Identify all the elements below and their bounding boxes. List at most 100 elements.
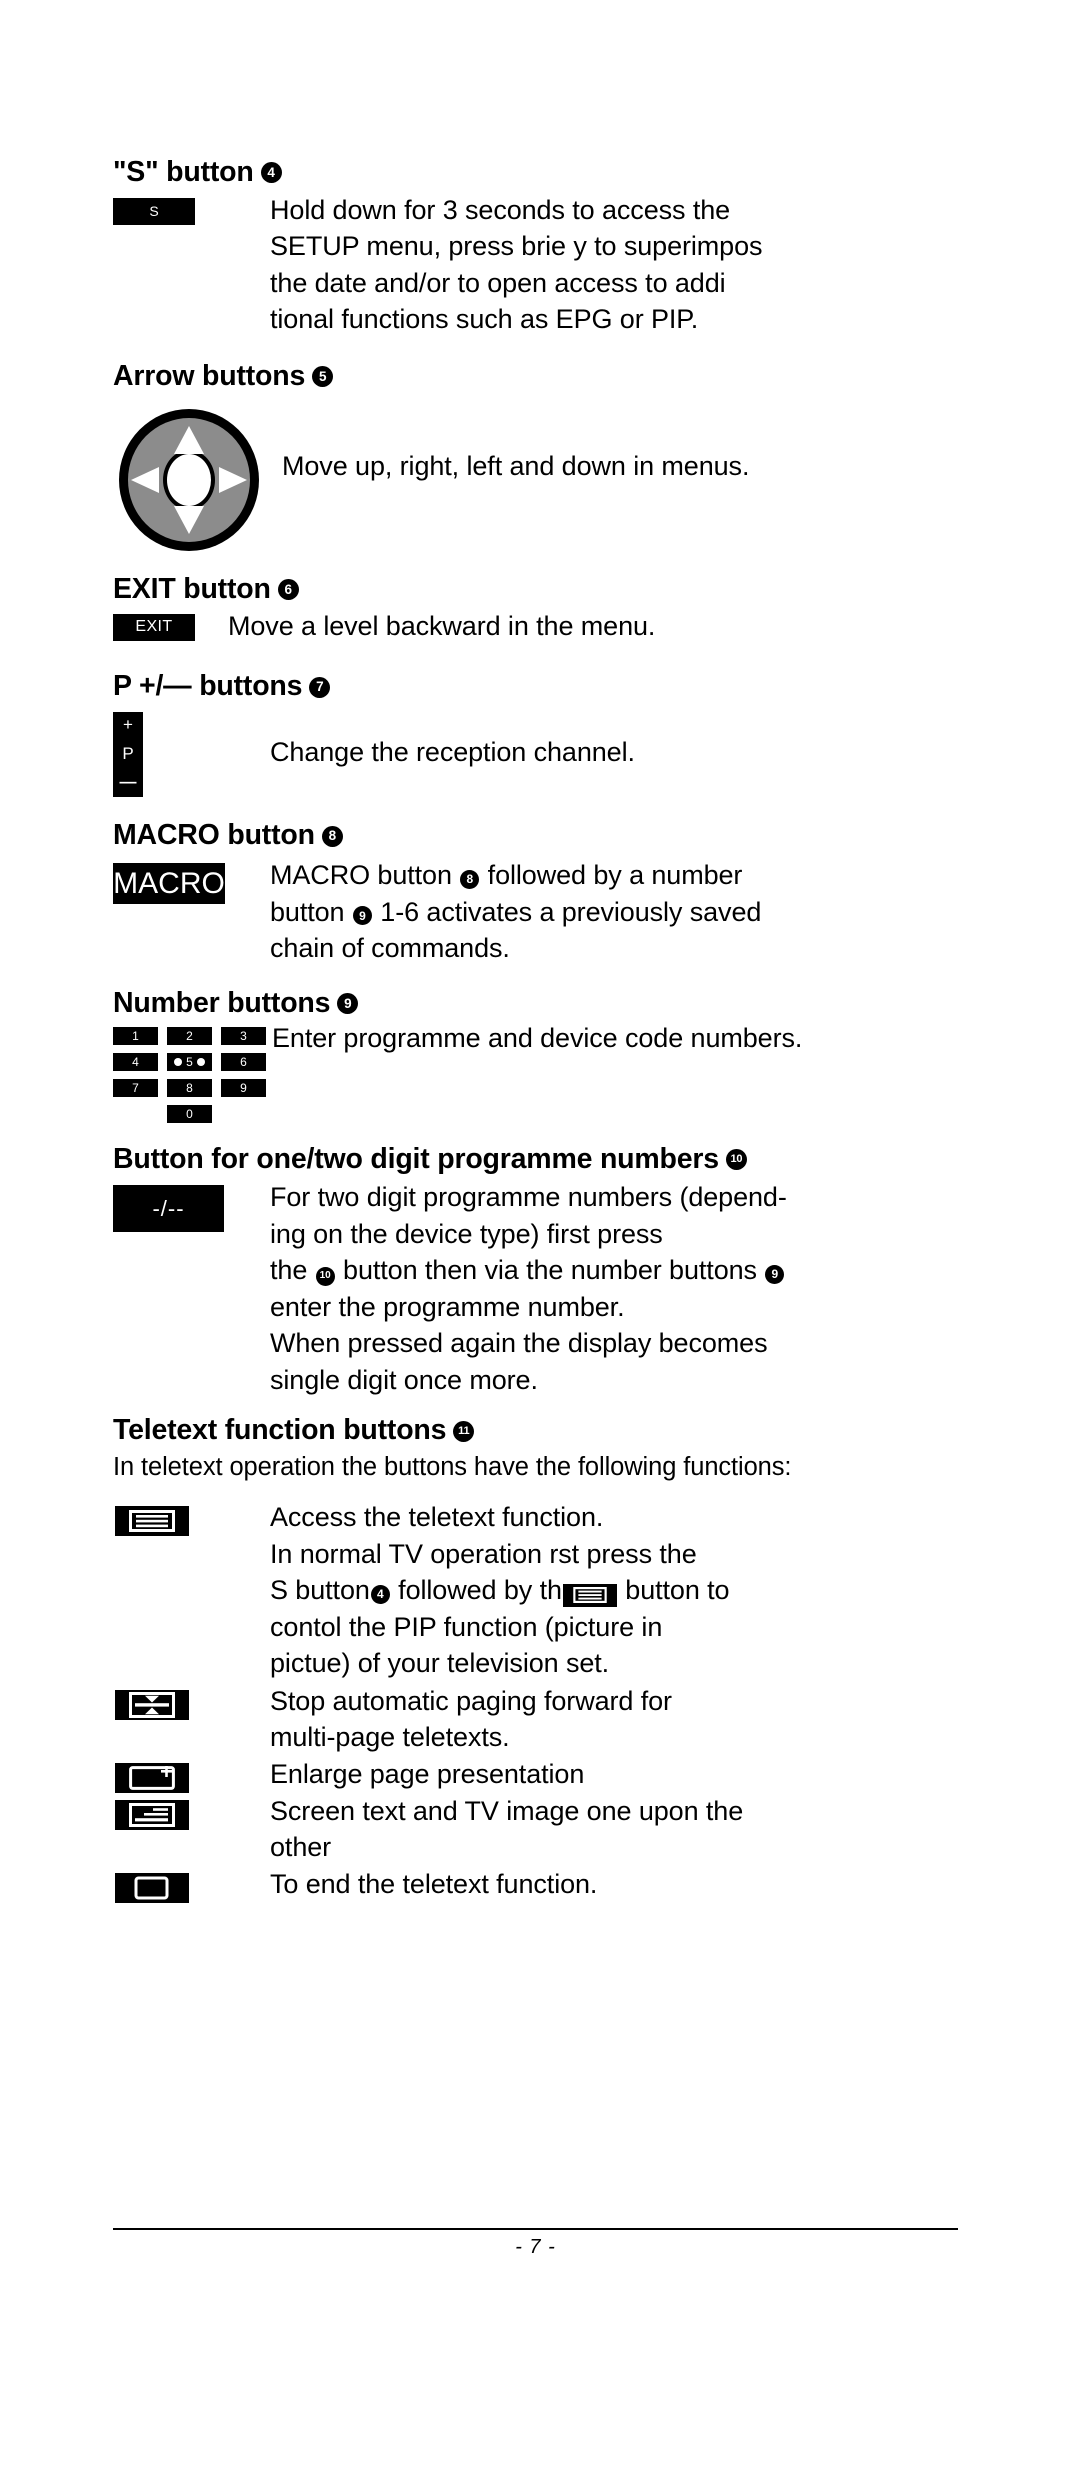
description-column: Access the teletext function. In normal … bbox=[270, 1502, 968, 1682]
description-column: Hold down for 3 seconds to access the SE… bbox=[270, 195, 968, 338]
section-body: MACRO MACRO button 8 followed by a numbe… bbox=[113, 860, 968, 967]
section-heading-text: Teletext function buttons bbox=[113, 1414, 447, 1447]
description-text: Enter programme and device code numbers. bbox=[270, 1020, 968, 1057]
marker-badge-4: 4 bbox=[260, 162, 282, 184]
teletext-lines-glyph bbox=[129, 1510, 175, 1533]
description-line: the date and/or to open access to addi bbox=[270, 267, 726, 298]
number-key-7: 7 bbox=[113, 1078, 158, 1097]
teletext-row: Stop automatic paging forward for multi-… bbox=[113, 1686, 968, 1756]
description-line: Move up, right, left and down in menus. bbox=[282, 450, 750, 481]
section-heading: Button for one/two digit programme numbe… bbox=[113, 1142, 968, 1175]
description-text: To end the teletext function. bbox=[270, 1866, 968, 1903]
tactile-dot-right-icon bbox=[196, 1057, 205, 1066]
marker-badge-9: 9 bbox=[337, 993, 359, 1015]
description-line: the 10 button then via the number button… bbox=[270, 1252, 968, 1289]
description-text: Enlarge page presentation bbox=[270, 1756, 968, 1793]
section-heading-text: Number buttons bbox=[113, 986, 331, 1019]
description-column: Screen text and TV image one upon the ot… bbox=[270, 1796, 968, 1866]
keypad-row: 1 2 3 bbox=[113, 1026, 270, 1045]
marker-badge-7: 7 bbox=[309, 676, 331, 698]
description-column: Stop automatic paging forward for multi-… bbox=[270, 1686, 968, 1756]
description-column: Move up, right, left and down in menus. bbox=[270, 406, 968, 485]
marker-badge-10: 10 bbox=[725, 1148, 747, 1170]
section-heading-text: MACRO button bbox=[113, 819, 315, 852]
section-body: + P — Change the reception channel. bbox=[113, 712, 968, 798]
section-one-two-digit-button: Button for one/two digit programme numbe… bbox=[113, 1142, 968, 1399]
description-line: SETUP menu, press brie y to superimpos bbox=[270, 231, 763, 262]
description-text: MACRO button 8 followed by a number butt… bbox=[270, 857, 968, 967]
number-key-2: 2 bbox=[167, 1026, 212, 1045]
description-line: MACRO button 8 followed by a number bbox=[270, 860, 743, 891]
marker-badge-6: 6 bbox=[277, 579, 299, 601]
number-key-5-label: 5 bbox=[186, 1054, 193, 1069]
description-line: In normal TV operation rst press the bbox=[270, 1538, 697, 1569]
description-line: chain of commands. bbox=[270, 933, 510, 964]
teletext-row: To end the teletext function. bbox=[113, 1869, 968, 1903]
description-text: Stop automatic paging forward for multi-… bbox=[270, 1683, 968, 1756]
section-s-button: "S" button 4 S Hold down for 3 seconds t… bbox=[113, 157, 968, 338]
description-line: S button 4 followed by th button to bbox=[270, 1575, 730, 1607]
section-p-plus-minus-buttons: P +/— buttons 7 + P — Change the recepti… bbox=[113, 671, 968, 798]
teletext-mix-icon bbox=[115, 1799, 189, 1830]
description-column: Move a level backward in the menu. bbox=[228, 611, 968, 645]
description-line: Access the teletext function. bbox=[270, 1502, 604, 1533]
key-chip-p-minus-label: — bbox=[119, 772, 137, 792]
key-illustration-column bbox=[113, 406, 270, 559]
section-body: -/-- For two digit programme numbers (de… bbox=[113, 1182, 968, 1398]
description-text: For two digit programme numbers (depend-… bbox=[270, 1179, 968, 1398]
marker-badge-8-inline: 8 bbox=[460, 869, 480, 889]
key-chip-p-plus-minus: + P — bbox=[113, 712, 143, 798]
key-illustration-column: -/-- bbox=[113, 1185, 270, 1233]
description-line: Move a level backward in the menu. bbox=[228, 610, 656, 641]
description-text: Move up, right, left and down in menus. bbox=[270, 448, 968, 485]
description-column: Change the reception channel. bbox=[270, 712, 968, 771]
number-key-1: 1 bbox=[113, 1026, 158, 1045]
section-exit-button: EXIT button 6 EXIT Move a level backward… bbox=[113, 572, 968, 645]
number-keypad-illustration: 1 2 3 4 5 6 7 8 9 0 bbox=[113, 1026, 270, 1131]
description-line: enter the programme number. bbox=[270, 1291, 625, 1322]
teletext-hold-icon bbox=[115, 1689, 189, 1720]
section-heading: "S" button 4 bbox=[113, 157, 968, 188]
description-line: Enter programme and device code numbers. bbox=[272, 1022, 803, 1053]
key-illustration-column: EXIT bbox=[113, 613, 228, 641]
teletext-row: Enlarge page presentation bbox=[113, 1759, 968, 1793]
section-body: EXIT Move a level backward in the menu. bbox=[113, 611, 968, 645]
teletext-row: Screen text and TV image one upon the ot… bbox=[113, 1796, 968, 1866]
marker-badge-9-inline: 9 bbox=[352, 906, 372, 926]
teletext-key-column bbox=[113, 1506, 270, 1537]
marker-badge-4-inline: 4 bbox=[370, 1584, 390, 1604]
description-column: MACRO button 8 followed by a number butt… bbox=[270, 860, 968, 967]
teletext-mix-glyph bbox=[129, 1802, 175, 1827]
section-body: 1 2 3 4 5 6 7 8 9 0 Enter programme and … bbox=[113, 1023, 968, 1131]
description-line: Stop automatic paging forward for bbox=[270, 1685, 672, 1716]
key-chip-one-two-digit: -/-- bbox=[113, 1185, 224, 1233]
description-column: Enlarge page presentation bbox=[270, 1759, 968, 1793]
arrow-pad-illustration bbox=[119, 408, 259, 551]
description-line: Screen text and TV image one upon the bbox=[270, 1795, 744, 1826]
teletext-lines-glyph bbox=[573, 1587, 607, 1604]
description-line: To end the teletext function. bbox=[270, 1868, 598, 1899]
description-line: multi-page teletexts. bbox=[270, 1722, 510, 1753]
number-key-9: 9 bbox=[221, 1078, 266, 1097]
description-column: Enter programme and device code numbers. bbox=[270, 1023, 968, 1057]
section-heading-text: EXIT button bbox=[113, 572, 271, 605]
section-heading: MACRO button 8 bbox=[113, 819, 968, 852]
teletext-key-column bbox=[113, 1799, 270, 1830]
section-heading-text: Button for one/two digit programme numbe… bbox=[113, 1142, 719, 1175]
key-illustration-column: MACRO bbox=[113, 863, 270, 905]
section-heading-text: Arrow buttons bbox=[113, 359, 306, 392]
teletext-off-glyph bbox=[134, 1876, 169, 1900]
teletext-off-icon bbox=[115, 1872, 189, 1903]
section-heading: Number buttons 9 bbox=[113, 986, 968, 1019]
key-chip-macro: MACRO bbox=[113, 863, 225, 905]
description-line: pictue) of your television set. bbox=[270, 1648, 610, 1679]
section-body: S Hold down for 3 seconds to access the … bbox=[113, 195, 968, 338]
description-text: Hold down for 3 seconds to access the SE… bbox=[270, 192, 968, 338]
description-text: Screen text and TV image one upon the ot… bbox=[270, 1793, 968, 1866]
key-illustration-column: S bbox=[113, 197, 270, 225]
description-column: To end the teletext function. bbox=[270, 1869, 968, 1903]
description-line: For two digit programme numbers (depend- bbox=[270, 1182, 787, 1213]
description-line: single digit once more. bbox=[270, 1364, 538, 1395]
number-key-5: 5 bbox=[167, 1052, 212, 1071]
keypad-row: 0 bbox=[113, 1104, 270, 1123]
